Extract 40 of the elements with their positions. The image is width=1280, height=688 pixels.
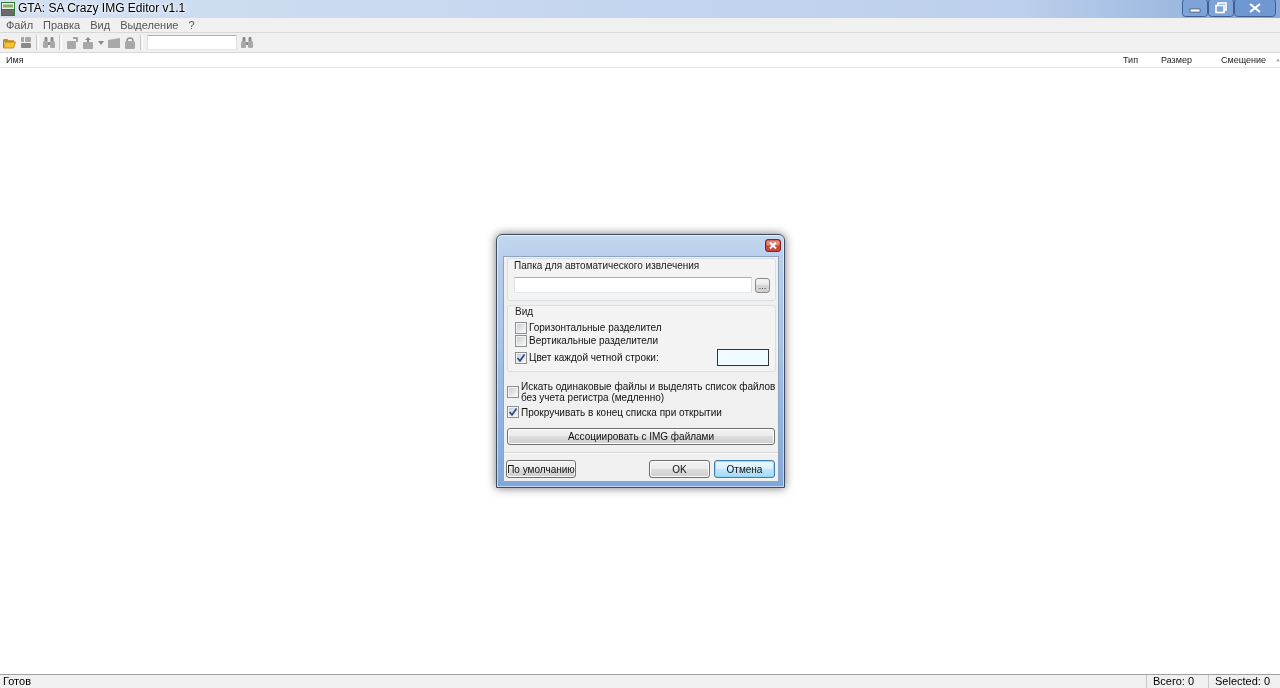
app-icon <box>1 2 15 16</box>
dialog-button[interactable]: По умолчанию <box>506 460 576 478</box>
column-header[interactable]: Смещение <box>1215 53 1280 67</box>
group-label: Папка для автоматического извлечения <box>514 260 701 272</box>
status-text: Готов <box>2 675 32 688</box>
window-title: GTA: SA Crazy IMG Editor v1.1 <box>18 0 186 17</box>
minimize-icon[interactable] <box>1182 0 1208 17</box>
search-field[interactable] <box>147 35 237 50</box>
column-header[interactable]: Тип <box>1117 53 1155 67</box>
menu-item[interactable]: Правка <box>38 18 86 32</box>
checkbox[interactable] <box>515 335 527 347</box>
status-total: Всего: 0 <box>1146 675 1208 688</box>
sort-arrow-icon <box>1276 58 1280 62</box>
dialog-button[interactable]: OK <box>649 460 710 478</box>
close-icon[interactable] <box>765 239 781 252</box>
folder-field[interactable] <box>514 277 753 293</box>
checkbox-label: Прокручивать в конец списка при открытии <box>521 406 723 418</box>
menu-item[interactable]: Вид <box>85 18 116 32</box>
menu-item[interactable]: Выделение <box>115 18 184 32</box>
close-icon[interactable] <box>1234 0 1276 17</box>
checkbox-label: Горизонтальные разделител <box>529 322 662 334</box>
checkbox-label: Цвет каждой четной строки: <box>529 351 659 364</box>
menu-item[interactable]: ? <box>183 18 200 32</box>
group-label: Вид <box>515 306 535 318</box>
status-selected: Selected: 0 <box>1208 675 1280 688</box>
browse-button[interactable]: ... <box>755 277 770 293</box>
restore-icon[interactable] <box>1208 0 1234 17</box>
checkbox[interactable] <box>515 322 527 334</box>
column-header[interactable]: Размер <box>1155 53 1215 67</box>
folder-icon[interactable] <box>3 36 16 49</box>
checkbox[interactable] <box>507 406 519 418</box>
menu-item[interactable]: Файл <box>1 18 39 32</box>
color-swatch[interactable] <box>717 349 769 366</box>
checkbox[interactable] <box>515 351 527 364</box>
checkbox-label: Вертикальные разделители <box>529 335 658 347</box>
column-header[interactable]: Имя <box>0 53 1117 67</box>
checkbox-label: Искать одинаковые файлы и выделять список файлов без учета регистра (медленно) <box>521 381 776 403</box>
associate-button[interactable]: Ассоциировать с IMG файлами <box>507 428 775 445</box>
checkbox[interactable] <box>507 386 519 398</box>
dialog-button[interactable]: Отмена <box>714 460 775 478</box>
